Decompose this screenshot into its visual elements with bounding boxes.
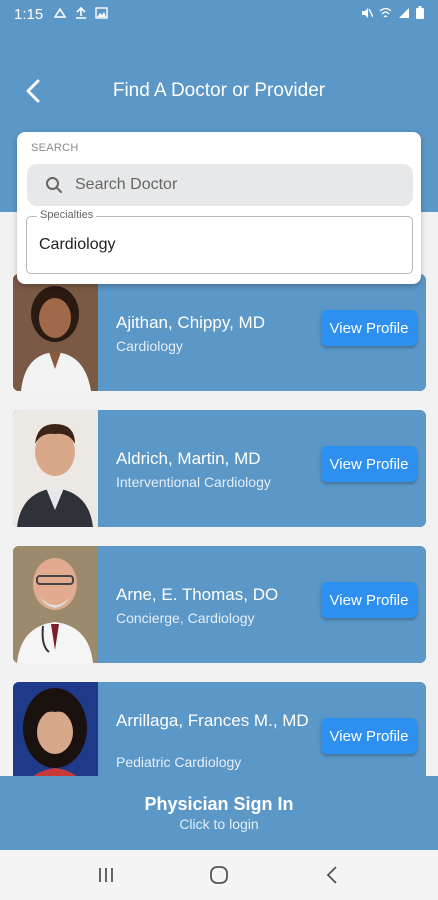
specialties-value: Cardiology (39, 236, 116, 253)
doctor-photo (13, 274, 98, 391)
doctor-specialty: Concierge, Cardiology (116, 610, 255, 626)
back-nav-button[interactable] (312, 855, 352, 895)
back-nav-icon (326, 866, 337, 884)
doctor-specialty: Pediatric Cardiology (116, 754, 242, 770)
doctor-specialty: Interventional Cardiology (116, 474, 271, 490)
sign-in-subtitle: Click to login (179, 816, 259, 832)
image-icon (95, 6, 108, 22)
search-section-label: SEARCH (31, 142, 79, 154)
recents-button[interactable] (86, 855, 126, 895)
search-icon (46, 177, 62, 193)
specialties-field[interactable]: Specialties Cardiology (26, 209, 413, 274)
doctor-specialty: Cardiology (116, 338, 183, 354)
notification-icon (53, 7, 67, 22)
page-title: Find A Doctor or Provider (112, 80, 326, 101)
doctor-name: Arrillaga, Frances M., MD (116, 711, 309, 730)
status-bar: 1:15 (0, 0, 438, 28)
doctor-photo (13, 546, 98, 663)
doctor-card[interactable]: Arne, E. Thomas, DO Concierge, Cardiolog… (13, 546, 426, 663)
doctor-name: Arne, E. Thomas, DO (116, 585, 279, 604)
doctor-photo (13, 410, 98, 527)
view-profile-button[interactable]: View Profile (321, 718, 417, 754)
search-box[interactable] (27, 164, 413, 206)
battery-icon (416, 6, 424, 22)
doctor-card[interactable]: Ajithan, Chippy, MD Cardiology View Prof… (13, 274, 426, 391)
recents-icon (99, 868, 114, 882)
wifi-icon (379, 7, 392, 22)
doctor-name: Aldrich, Martin, MD (116, 449, 261, 468)
view-profile-button[interactable]: View Profile (321, 582, 417, 618)
home-icon (210, 866, 228, 884)
status-time: 1:15 (14, 5, 44, 23)
upload-icon (75, 6, 87, 22)
search-card: SEARCH Specialties Cardiology (17, 132, 421, 284)
signal-icon (398, 7, 410, 22)
system-nav-bar (0, 850, 438, 900)
search-input[interactable] (75, 176, 375, 194)
mute-icon (361, 7, 374, 22)
specialties-label: Specialties (37, 209, 97, 221)
sign-in-title: Physician Sign In (144, 794, 294, 814)
view-profile-button[interactable]: View Profile (321, 446, 417, 482)
doctor-card[interactable]: Aldrich, Martin, MD Interventional Cardi… (13, 410, 426, 527)
physician-sign-in-button[interactable]: Physician Sign In Click to login (0, 776, 438, 850)
home-button[interactable] (199, 855, 239, 895)
doctor-name: Ajithan, Chippy, MD (116, 313, 265, 332)
view-profile-button[interactable]: View Profile (321, 310, 417, 346)
